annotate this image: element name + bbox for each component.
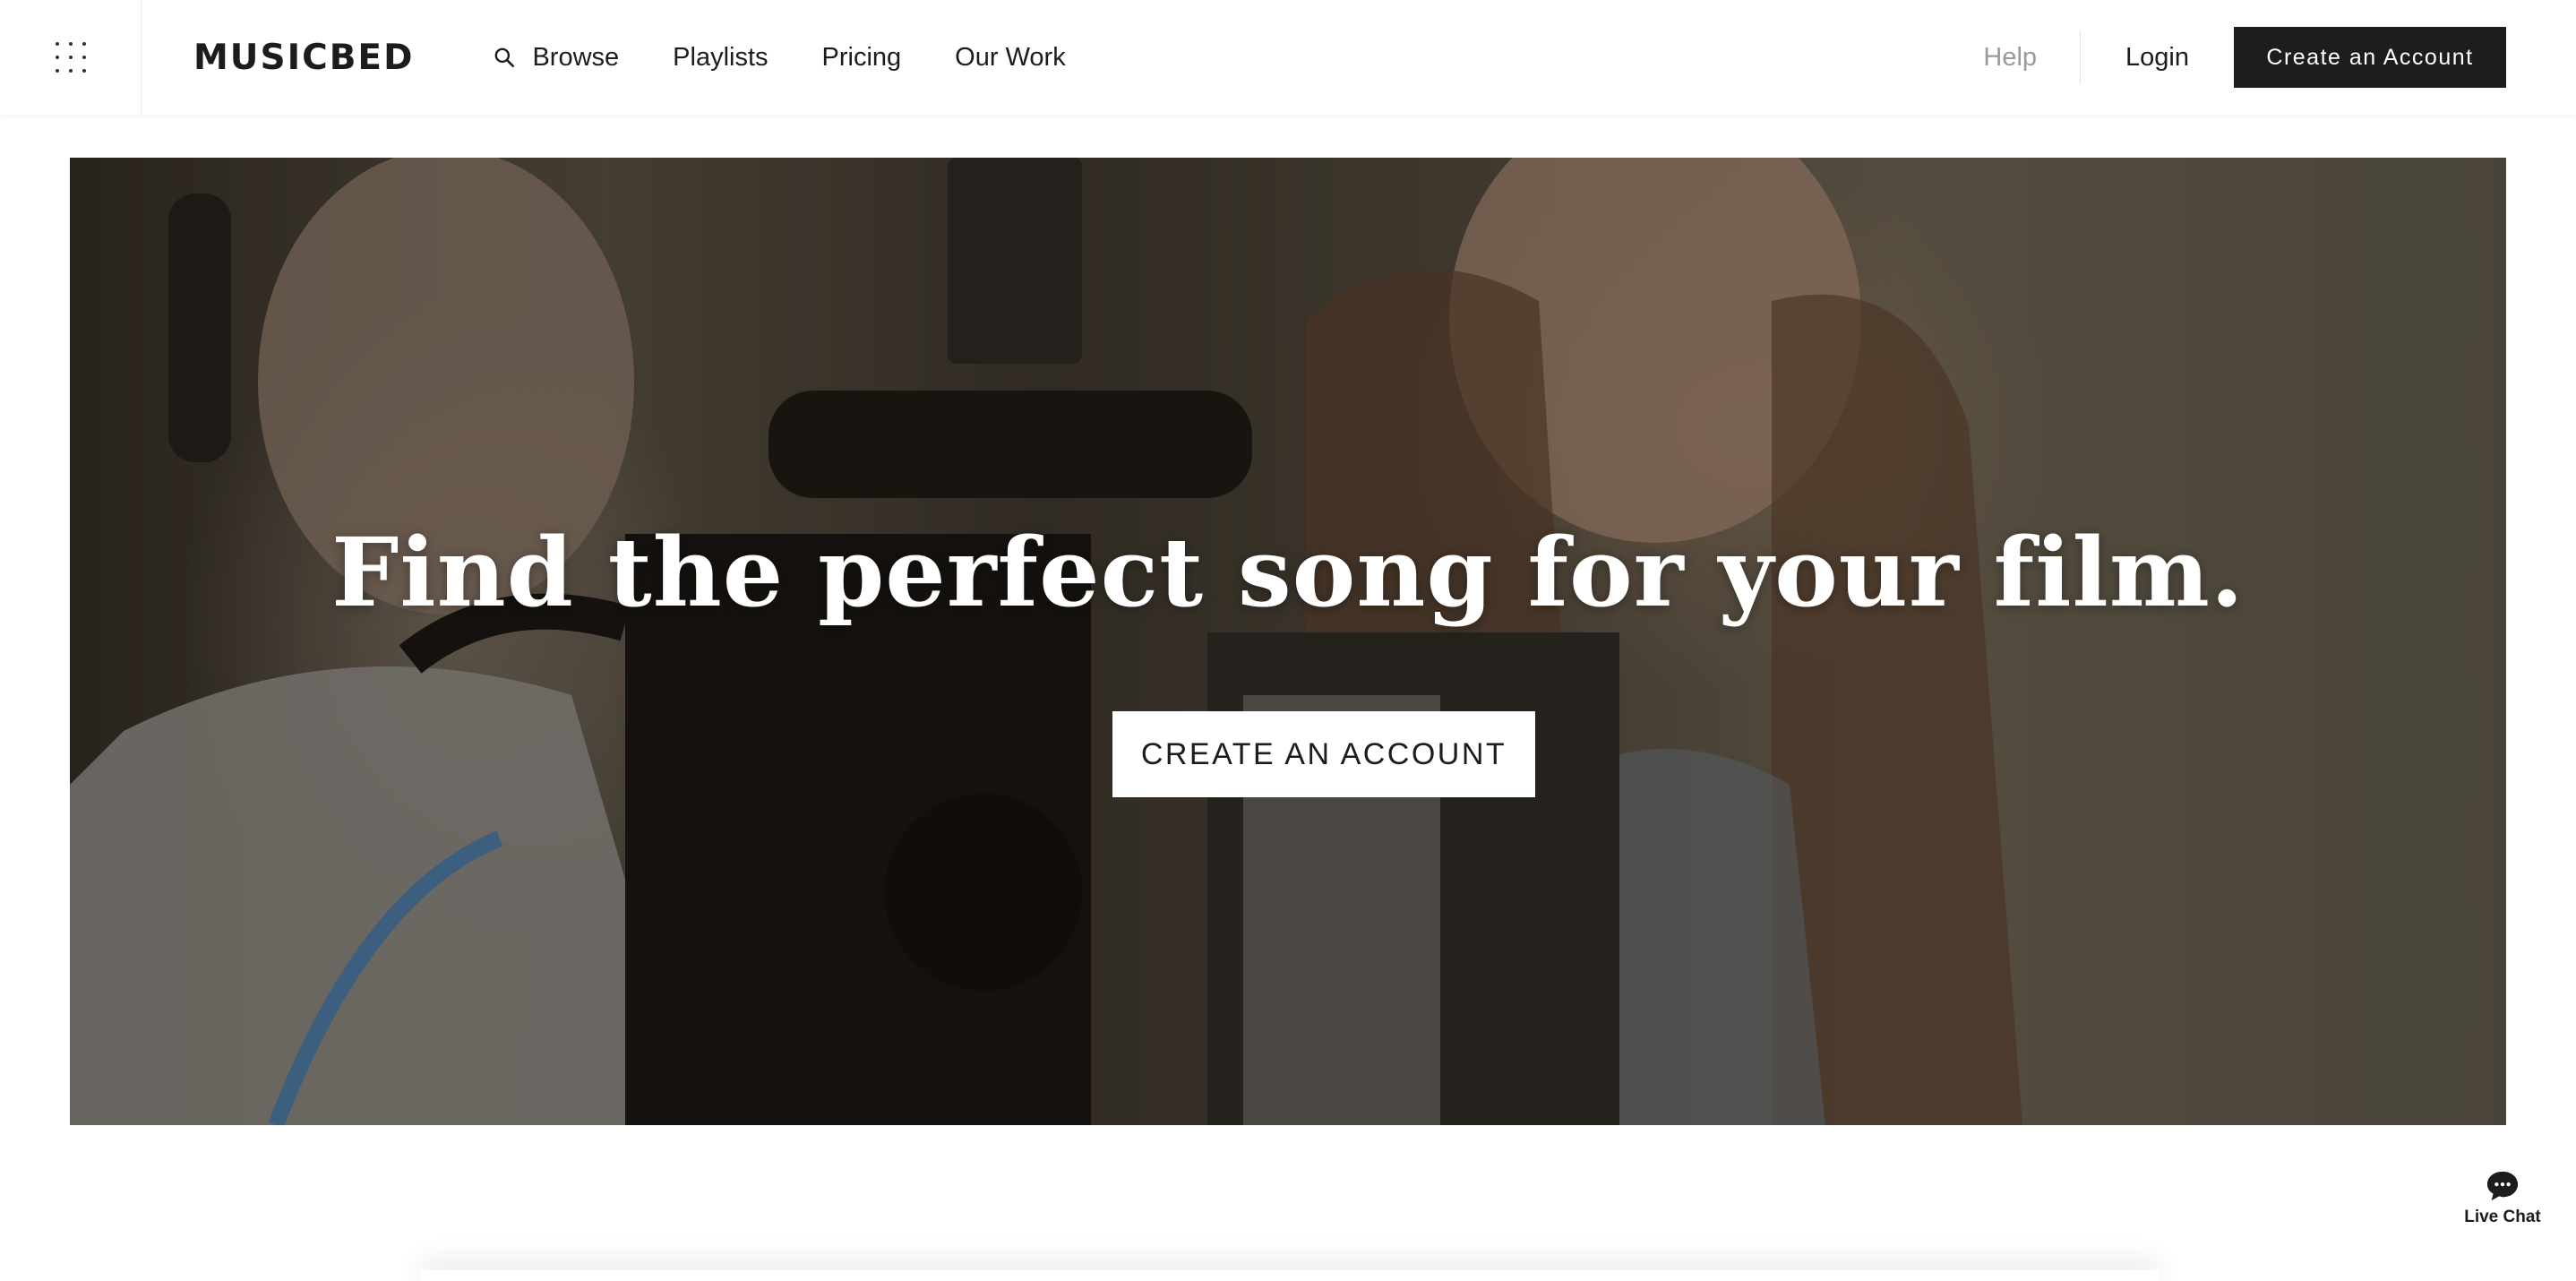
hero-headline: Find the perfect song for your film. xyxy=(331,516,2245,628)
hero-overlay xyxy=(70,158,2506,1125)
nav-our-work[interactable]: Our Work xyxy=(955,43,1066,73)
nav-browse-label: Browse xyxy=(532,42,620,72)
nav-browse[interactable]: Browse xyxy=(493,43,619,73)
chat-bubble-icon xyxy=(2486,1171,2519,1201)
nav-pricing[interactable]: Pricing xyxy=(822,43,902,73)
live-chat-label: Live Chat xyxy=(2464,1208,2541,1226)
content-card-edge xyxy=(421,1270,2159,1281)
help-link[interactable]: Help xyxy=(1983,43,2037,73)
create-account-button[interactable]: Create an Account xyxy=(2234,27,2506,88)
nav-account-area: Help Login Create an Account xyxy=(1983,0,2576,115)
nav-playlists[interactable]: Playlists xyxy=(673,43,768,73)
grid-menu-icon[interactable] xyxy=(0,0,142,115)
musicbed-logo[interactable]: MUSICBED xyxy=(193,38,414,78)
search-icon xyxy=(495,47,515,68)
nav-divider xyxy=(2080,30,2082,84)
hero-create-account-button[interactable]: CREATE AN ACCOUNT xyxy=(1112,711,1535,797)
hero-banner: Find the perfect song for your film. CRE… xyxy=(70,158,2506,1125)
top-navigation: MUSICBED Browse Playlists Pricing Our Wo… xyxy=(0,0,2576,115)
login-link[interactable]: Login xyxy=(2125,43,2189,73)
live-chat-widget[interactable]: Live Chat xyxy=(2447,1170,2558,1234)
primary-nav: Browse Playlists Pricing Our Work xyxy=(493,43,1119,73)
